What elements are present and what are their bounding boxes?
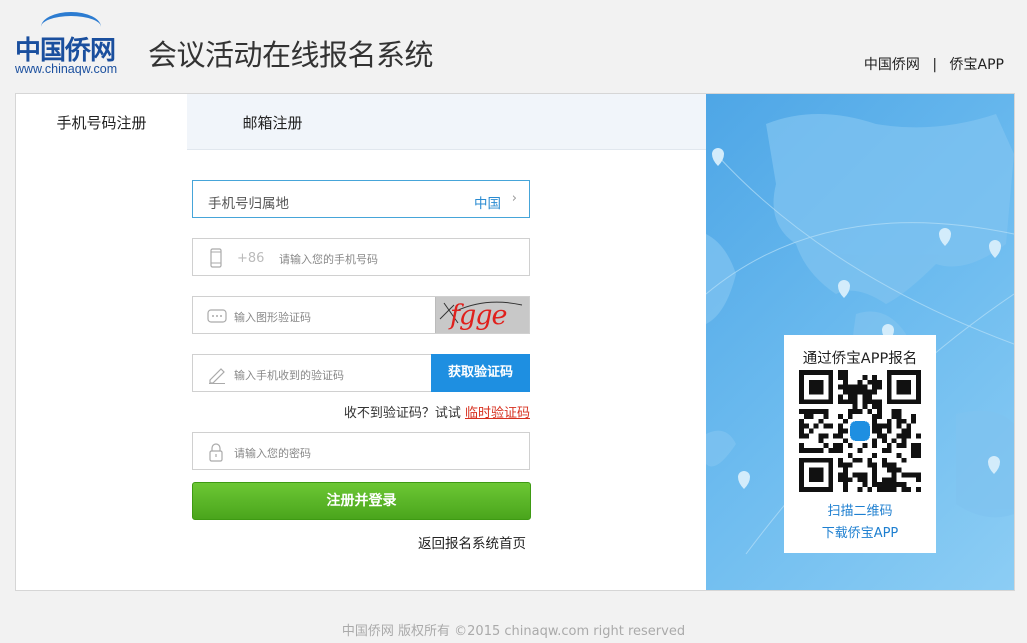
- link-separator: |: [932, 57, 938, 73]
- register-container: 手机号码注册 邮箱注册 手机号归属地 中国 › +86 请输入您的手机号码 输入…: [15, 93, 1015, 591]
- logo[interactable]: 中国侨网 www.chinaqw.com: [15, 12, 150, 78]
- captcha-image[interactable]: fgge: [435, 297, 529, 333]
- password-input[interactable]: 请输入您的密码: [234, 445, 311, 461]
- get-sms-code-button[interactable]: 获取验证码: [431, 354, 530, 392]
- qr-title: 通过侨宝APP报名: [802, 351, 918, 367]
- qiaobao-app-link[interactable]: 侨宝APP: [950, 57, 1004, 73]
- qr-code-card: 通过侨宝APP报名 扫描二维码 下载侨宝APP: [784, 335, 936, 553]
- sms-code-field[interactable]: 输入手机收到的验证码 获取验证码: [192, 354, 530, 392]
- qr-code-image: [799, 370, 921, 492]
- sms-hint: 收不到验证码？试试 临时验证码: [192, 402, 530, 421]
- phone-field[interactable]: +86 请输入您的手机号码: [192, 238, 530, 276]
- chinaqw-link[interactable]: 中国侨网: [864, 57, 920, 73]
- phone-input[interactable]: 请输入您的手机号码: [279, 251, 378, 267]
- register-tabs: 手机号码注册 邮箱注册: [16, 94, 706, 151]
- pencil-icon: [209, 368, 225, 384]
- world-map-panel: 通过侨宝APP报名 扫描二维码 下载侨宝APP: [706, 94, 1014, 590]
- top-links: 中国侨网 | 侨宝APP: [864, 54, 1004, 74]
- captcha-input[interactable]: 输入图形验证码: [234, 309, 311, 325]
- system-title: 会议活动在线报名系统: [148, 38, 434, 72]
- captcha-code: fgge: [450, 300, 508, 331]
- sms-code-input[interactable]: 输入手机收到的验证码: [234, 367, 344, 383]
- temp-code-link[interactable]: 临时验证码: [465, 406, 530, 421]
- footer-copyright: 中国侨网 版权所有 ©2015 chinaqw.com right reserv…: [341, 624, 686, 639]
- back-home-link[interactable]: 返回报名系统首页: [192, 532, 526, 552]
- location-label: 手机号归属地: [208, 196, 289, 212]
- lock-icon: [209, 443, 223, 462]
- download-app-link[interactable]: 下载侨宝APP: [784, 522, 936, 541]
- location-value: 中国: [474, 196, 501, 212]
- sms-hint-text: 收不到验证码？试试: [343, 406, 465, 421]
- captcha-field[interactable]: 输入图形验证码 fgge: [192, 296, 530, 334]
- tab-email-register[interactable]: 邮箱注册: [187, 94, 358, 150]
- phone-location-select[interactable]: 手机号归属地 中国 ›: [192, 180, 530, 218]
- password-field[interactable]: 请输入您的密码: [192, 432, 530, 470]
- chevron-right-icon: ›: [511, 191, 517, 206]
- qr-scan-label: 扫描二维码: [827, 504, 893, 519]
- register-form-panel: 手机号码注册 邮箱注册 手机号归属地 中国 › +86 请输入您的手机号码 输入…: [16, 94, 706, 590]
- chat-bubble-icon: [207, 309, 227, 323]
- phone-prefix: +86: [237, 251, 265, 266]
- header: 中国侨网 www.chinaqw.com 会议活动在线报名系统 中国侨网 | 侨…: [0, 0, 1027, 92]
- mobile-phone-icon: [210, 248, 222, 268]
- tab-phone-register[interactable]: 手机号码注册: [16, 94, 187, 151]
- logo-url: www.chinaqw.com: [15, 62, 118, 76]
- register-login-button[interactable]: 注册并登录: [192, 482, 531, 520]
